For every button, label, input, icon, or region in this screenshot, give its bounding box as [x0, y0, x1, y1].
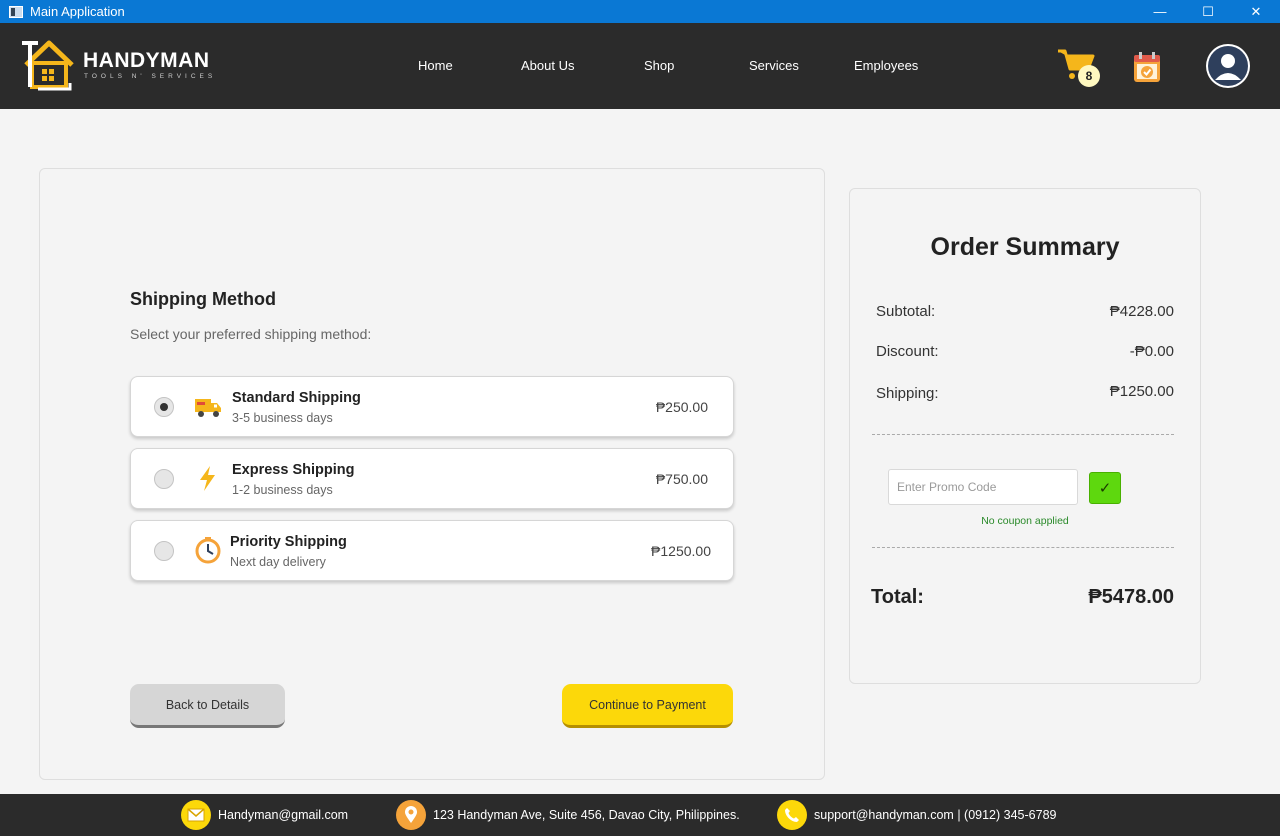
maximize-button[interactable]: ☐ [1184, 0, 1232, 23]
shipping-option-standard[interactable]: Standard Shipping 3-5 business days ₱250… [130, 376, 734, 437]
user-icon [1208, 46, 1248, 86]
footer-support-text: support@handyman.com | (0912) 345-6789 [814, 808, 1057, 822]
standard-shipping-price: ₱250.00 [655, 399, 708, 415]
shipping-method-subtitle: Select your preferred shipping method: [130, 326, 372, 342]
cart-count-badge: 8 [1078, 65, 1100, 87]
phone-icon [777, 800, 807, 830]
discount-value: -₱0.00 [1129, 343, 1174, 360]
shipping-method-title: Shipping Method [130, 289, 276, 309]
window-title: Main Application [30, 4, 125, 19]
window-titlebar: Main Application — ☐ ✕ [0, 0, 1280, 23]
order-summary-title: Order Summary [930, 233, 1120, 261]
express-radio[interactable] [154, 469, 174, 489]
footer-email-text: Handyman@gmail.com [218, 808, 349, 822]
priority-radio[interactable] [154, 541, 174, 561]
apply-promo-button[interactable]: ✓ [1089, 472, 1121, 504]
footer-email[interactable]: Handyman@gmail.com [181, 794, 348, 836]
subtotal-label: Subtotal: [876, 303, 936, 320]
shipping-method-card: Shipping Method Select your preferred sh… [39, 168, 825, 780]
shipping-label: Shipping: [876, 385, 939, 402]
clock-icon [195, 537, 221, 564]
summary-divider [872, 434, 1174, 435]
nav-employees[interactable]: Employees [854, 58, 918, 73]
truck-icon [195, 399, 221, 417]
standard-shipping-name: Standard Shipping [232, 390, 361, 406]
minimize-button[interactable]: — [1136, 0, 1184, 23]
standard-shipping-desc: 3-5 business days [232, 411, 333, 425]
express-shipping-name: Express Shipping [232, 462, 355, 478]
location-pin-icon [396, 800, 426, 830]
summary-divider [872, 547, 1174, 548]
brand-tagline: TOOLS N' SERVICES [84, 73, 217, 80]
cart-button[interactable]: 8 [1056, 47, 1102, 89]
priority-shipping-name: Priority Shipping [230, 534, 347, 550]
top-navbar: HANDYMAN TOOLS N' SERVICES Home About Us… [0, 23, 1280, 109]
total-value: ₱5478.00 [1088, 586, 1174, 608]
handyman-logo[interactable]: HANDYMAN TOOLS N' SERVICES [20, 37, 220, 93]
subtotal-value: ₱4228.00 [1109, 303, 1174, 320]
calendar-icon [1134, 52, 1160, 82]
priority-shipping-price: ₱1250.00 [651, 543, 711, 559]
total-label: Total: [871, 586, 924, 608]
express-shipping-price: ₱750.00 [655, 471, 708, 487]
footer: Handyman@gmail.com 123 Handyman Ave, Sui… [0, 794, 1280, 836]
nav-services[interactable]: Services [749, 58, 799, 73]
close-button[interactable]: ✕ [1232, 0, 1280, 23]
nav-shop[interactable]: Shop [644, 58, 674, 73]
nav-home[interactable]: Home [418, 58, 453, 73]
discount-label: Discount: [876, 343, 939, 360]
footer-address: 123 Handyman Ave, Suite 456, Davao City,… [396, 794, 740, 836]
standard-radio[interactable] [154, 397, 174, 417]
continue-to-payment-button[interactable]: Continue to Payment [562, 684, 733, 728]
shipping-option-express[interactable]: Express Shipping 1-2 business days ₱750.… [130, 448, 734, 509]
lightning-icon [200, 466, 215, 491]
priority-shipping-desc: Next day delivery [230, 555, 326, 569]
order-summary-card: Order Summary Subtotal: ₱4228.00 Discoun… [849, 188, 1201, 684]
promo-code-input[interactable] [888, 469, 1078, 505]
mail-icon [181, 800, 211, 830]
footer-support[interactable]: support@handyman.com | (0912) 345-6789 [777, 794, 1056, 836]
nav-about-us[interactable]: About Us [521, 58, 574, 73]
shipping-option-priority[interactable]: Priority Shipping Next day delivery ₱125… [130, 520, 734, 581]
window-controls: — ☐ ✕ [1136, 0, 1280, 23]
calendar-button[interactable] [1133, 51, 1161, 83]
brand-name: HANDYMAN [83, 49, 210, 72]
back-to-details-button[interactable]: Back to Details [130, 684, 285, 728]
footer-address-text: 123 Handyman Ave, Suite 456, Davao City,… [433, 808, 740, 822]
shipping-value: ₱1250.00 [1109, 383, 1174, 400]
express-shipping-desc: 1-2 business days [232, 483, 333, 497]
house-tools-logo-icon [22, 40, 74, 91]
coupon-status-text: No coupon applied [981, 515, 1069, 527]
user-avatar[interactable] [1206, 44, 1250, 88]
app-window-icon [9, 5, 23, 18]
